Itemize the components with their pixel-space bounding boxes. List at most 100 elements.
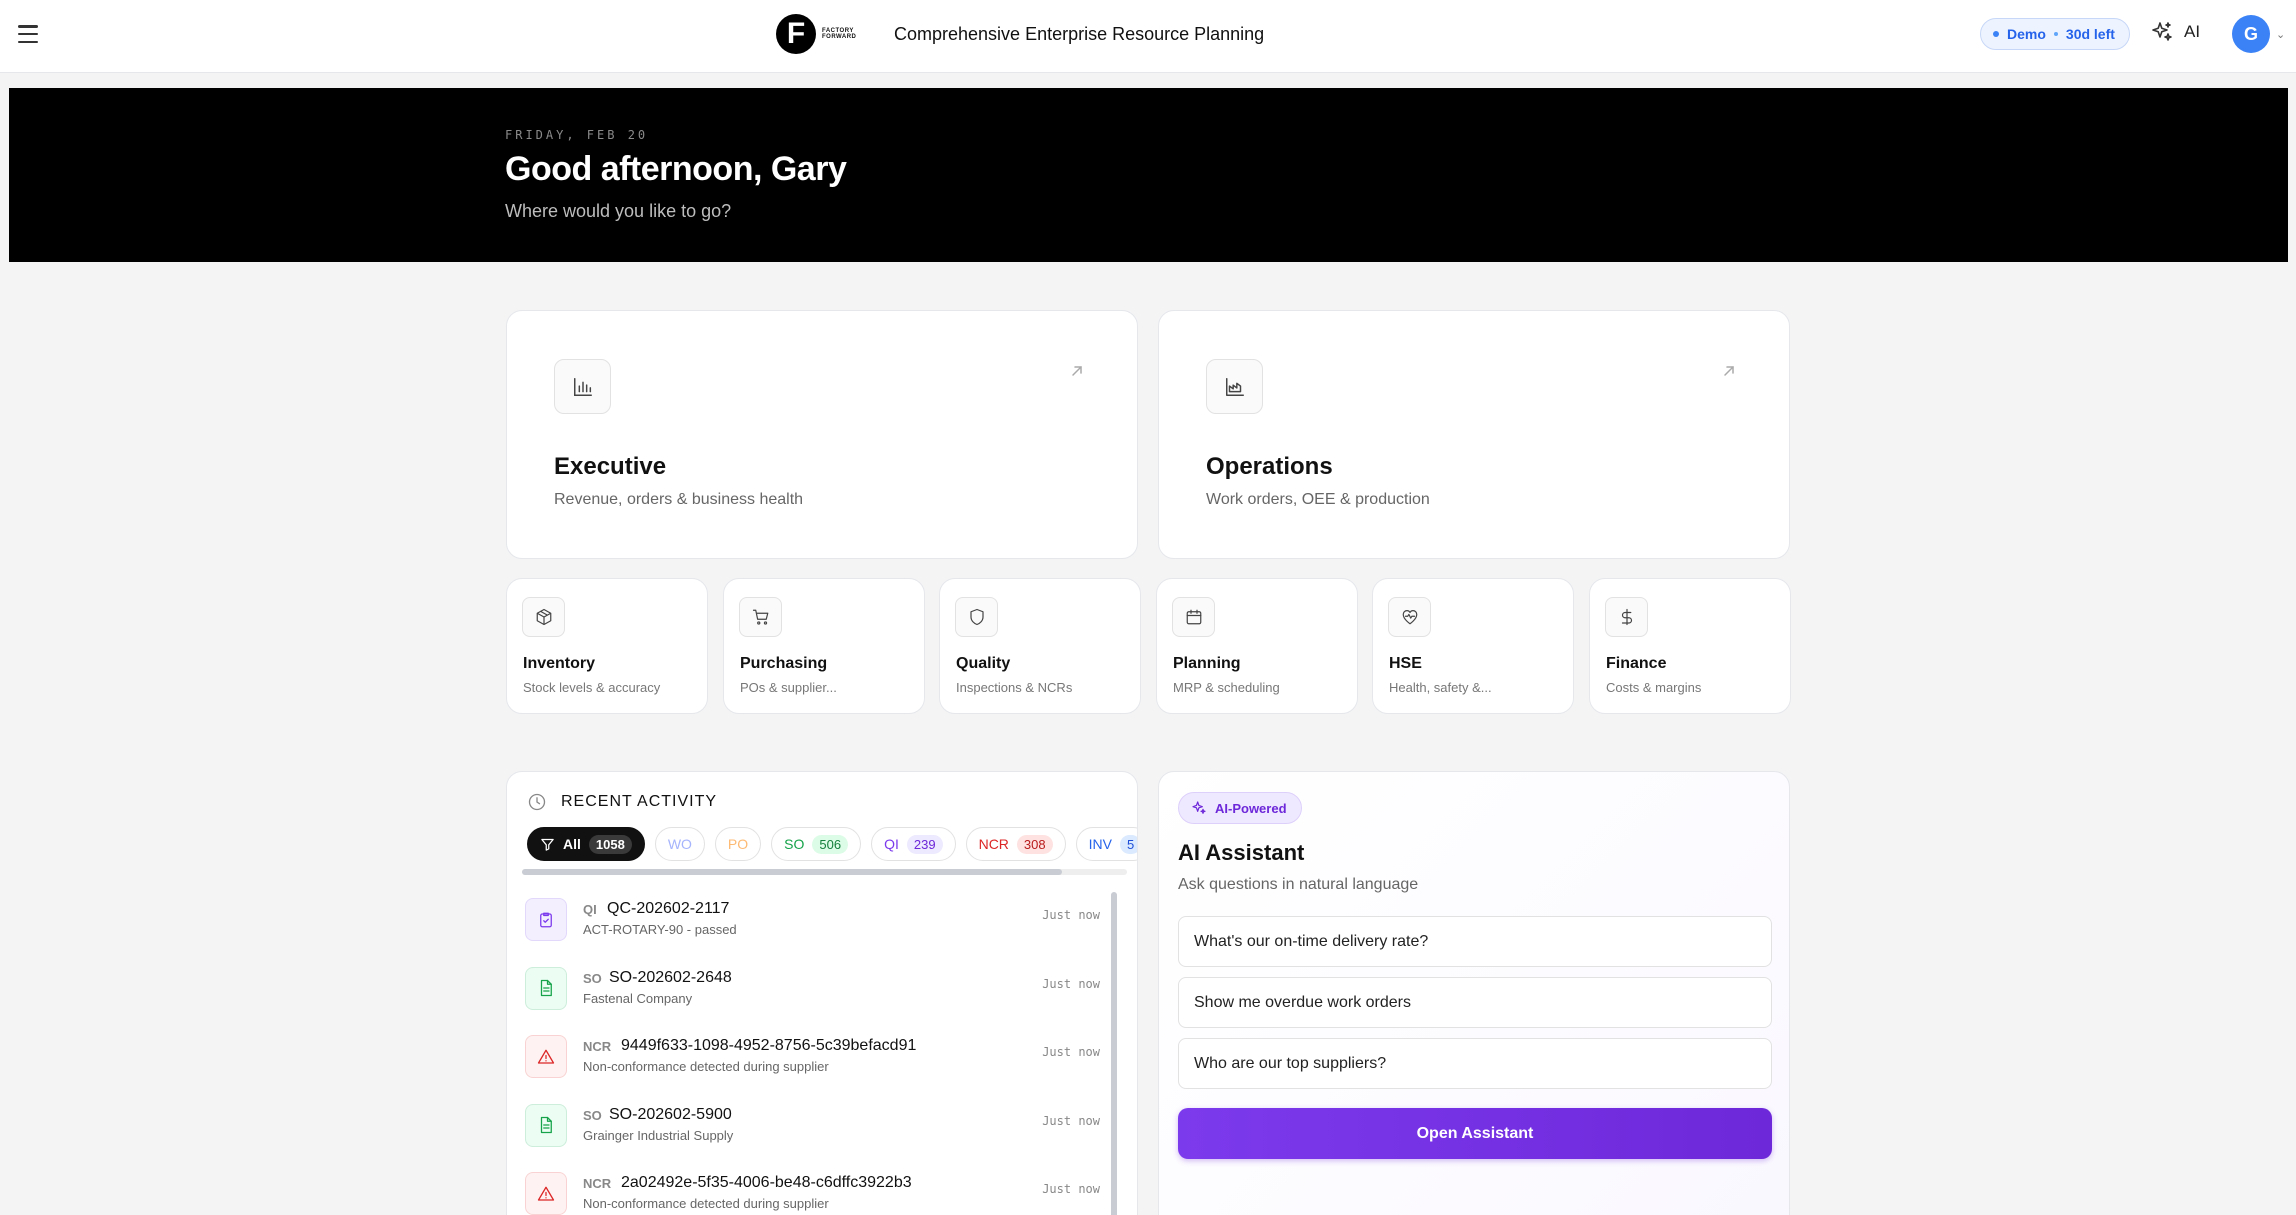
ai-button[interactable]: AI	[2150, 20, 2200, 44]
bar-chart-icon	[554, 359, 611, 414]
warning-icon	[525, 1172, 567, 1215]
arrow-up-right-icon	[1724, 366, 1734, 376]
brand[interactable]: F FACTORY FORWARD Comprehensive Enterpri…	[776, 14, 1264, 54]
dashboard-card-operations[interactable]: Operations Work orders, OEE & production	[1158, 310, 1790, 559]
sparkles-icon	[2152, 22, 2172, 41]
activity-heading: RECENT ACTIVITY	[561, 793, 718, 810]
avatar[interactable]: G	[2232, 15, 2270, 53]
card-title: HSE	[1389, 655, 1422, 672]
filter-chip-so[interactable]: SO 506	[771, 827, 862, 861]
menu-icon[interactable]	[18, 25, 38, 43]
sparkles-icon	[1192, 801, 1206, 814]
ai-powered-badge: AI-Powered	[1178, 792, 1302, 824]
card-description: Inspections & NCRs	[956, 680, 1073, 695]
item-type: NCR	[583, 1176, 612, 1191]
filter-label: All	[563, 836, 581, 852]
ai-label: AI	[2184, 22, 2201, 41]
filter-chip-qi[interactable]: QI 239	[871, 827, 956, 861]
card-description: Revenue, orders & business health	[554, 491, 804, 508]
filter-icon	[541, 838, 554, 851]
item-time: Just now	[1042, 976, 1100, 991]
card-title: Operations	[1206, 453, 1333, 480]
item-detail: Fastenal Company	[583, 990, 693, 1006]
list-item[interactable]: SO SO-202602-2648 Fastenal Company Just …	[525, 965, 1100, 1034]
shield-icon	[955, 597, 998, 637]
document-icon	[525, 1103, 567, 1147]
demo-remaining: 30d left	[2065, 26, 2115, 42]
module-card-quality[interactable]: Quality Inspections & NCRs	[939, 578, 1141, 714]
card-description: Health, safety &...	[1389, 680, 1492, 695]
heart-pulse-icon	[1388, 597, 1431, 637]
package-icon	[522, 597, 565, 637]
item-detail: Non-conformance detected during supplier	[583, 1059, 829, 1074]
dollar-icon	[1605, 597, 1648, 637]
assistant-title: AI Assistant	[1178, 840, 1305, 865]
vertical-scrollbar[interactable]	[1111, 892, 1117, 1215]
logo-wordmark: FACTORY FORWARD	[822, 28, 857, 40]
item-time: Just now	[1042, 908, 1100, 922]
filter-chip-po[interactable]: PO	[714, 827, 762, 861]
scrollbar-thumb[interactable]	[522, 869, 1062, 875]
filter-count: 5	[1119, 834, 1137, 854]
dashboard-card-executive[interactable]: Executive Revenue, orders & business hea…	[506, 310, 1138, 559]
card-title: Executive	[554, 453, 667, 480]
calendar-icon	[1172, 597, 1215, 637]
logo-mark: F	[776, 14, 816, 54]
card-title: Planning	[1173, 655, 1241, 672]
module-card-finance[interactable]: Finance Costs & margins	[1589, 578, 1791, 714]
warning-icon	[525, 1035, 567, 1078]
filter-label: QI	[884, 836, 899, 852]
filter-label: WO	[667, 836, 692, 852]
item-id: 2a02492e-5f35-4006-be48-c6dffc3922b3	[621, 1174, 912, 1191]
greeting: Good afternoon, Gary	[505, 150, 847, 188]
suggestion-button[interactable]: Show me overdue work orders	[1178, 977, 1772, 1028]
item-detail: ACT-ROTARY-90 - passed	[583, 922, 737, 937]
document-icon	[525, 966, 567, 1010]
separator-dot	[2053, 32, 2058, 36]
item-time: Just now	[1042, 1113, 1100, 1128]
activity-header: RECENT ACTIVITY	[527, 792, 717, 812]
module-card-purchasing[interactable]: Purchasing POs & supplier...	[723, 578, 925, 714]
top-bar: F FACTORY FORWARD Comprehensive Enterpri…	[0, 0, 2296, 73]
activity-filters: All 1058 WO PO SO 506 QI 239 NCR 308 INV…	[527, 827, 1137, 861]
open-assistant-button[interactable]: Open Assistant	[1178, 1108, 1772, 1159]
list-item[interactable]: SO SO-202602-5900 Grainger Industrial Su…	[525, 1102, 1100, 1171]
module-card-planning[interactable]: Planning MRP & scheduling	[1156, 578, 1358, 714]
suggestion-button[interactable]: Who are our top suppliers?	[1178, 1038, 1772, 1089]
list-item[interactable]: NCR 2a02492e-5f35-4006-be48-c6dffc3922b3…	[525, 1170, 1100, 1215]
hero-date: FRIDAY, FEB 20	[505, 128, 649, 142]
filter-chip-wo[interactable]: WO	[654, 827, 705, 861]
chevron-down-icon[interactable]: ⌄	[2276, 28, 2285, 41]
hero-subtitle: Where would you like to go?	[505, 201, 732, 221]
item-id: SO-202602-5900	[609, 1105, 732, 1123]
clock-icon	[528, 793, 546, 811]
suggestion-button[interactable]: What's our on-time delivery rate?	[1178, 916, 1772, 967]
factory-icon	[1206, 359, 1263, 414]
module-card-hse[interactable]: HSE Health, safety &...	[1372, 578, 1574, 714]
activity-list: QI QC-202602-2117 ACT-ROTARY-90 - passed…	[525, 896, 1100, 1215]
demo-badge[interactable]: Demo 30d left	[1980, 18, 2130, 50]
filter-count: 308	[1016, 834, 1053, 854]
filter-count: 1058	[588, 834, 632, 854]
status-dot	[1993, 31, 1999, 37]
item-type: SO	[583, 1107, 602, 1123]
card-description: Costs & margins	[1606, 680, 1702, 695]
filter-chip-ncr[interactable]: NCR 308	[965, 827, 1066, 861]
card-title: Finance	[1606, 655, 1667, 672]
filter-chip-all[interactable]: All 1058	[527, 827, 645, 861]
card-title: Inventory	[523, 655, 596, 672]
cart-icon	[739, 597, 782, 637]
card-description: Stock levels & accuracy	[523, 680, 661, 695]
recent-activity-panel: RECENT ACTIVITY All 1058 WO PO SO 506 QI…	[506, 771, 1138, 1215]
filter-count: 239	[906, 834, 943, 854]
horizontal-scrollbar[interactable]	[522, 869, 1127, 875]
list-item[interactable]: NCR 9449f633-1098-4952-8756-5c39befacd91…	[525, 1033, 1100, 1102]
module-card-inventory[interactable]: Inventory Stock levels & accuracy	[506, 578, 708, 714]
list-item[interactable]: QI QC-202602-2117 ACT-ROTARY-90 - passed…	[525, 896, 1100, 965]
filter-chip-inv[interactable]: INV 5	[1075, 827, 1137, 861]
filter-count: 506	[812, 834, 849, 854]
item-time: Just now	[1042, 1045, 1100, 1059]
clipboard-check-icon	[525, 898, 567, 941]
item-detail: Grainger Industrial Supply	[583, 1127, 734, 1143]
item-id: QC-202602-2117	[607, 900, 730, 917]
